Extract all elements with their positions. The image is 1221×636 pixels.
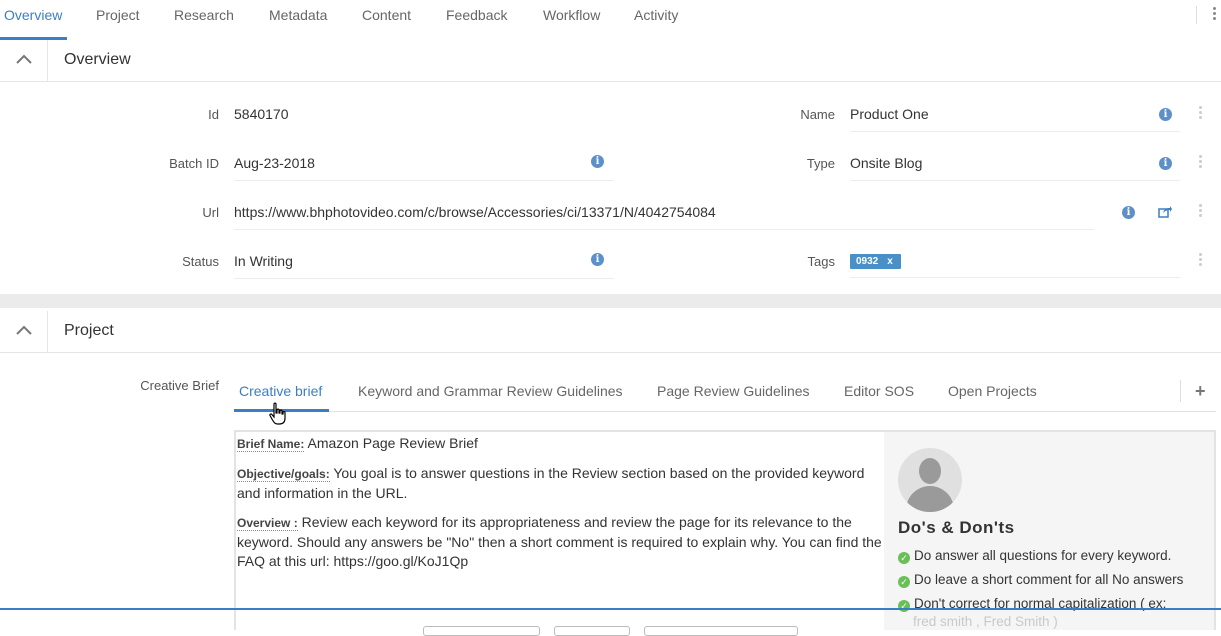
url-value[interactable]: https://www.bhphotovideo.com/c/browse/Ac… <box>234 204 716 220</box>
brief-name-key: Brief Name: <box>237 437 305 452</box>
info-icon[interactable]: i <box>1159 108 1172 121</box>
tab-content[interactable]: Content <box>362 7 411 23</box>
list-item-continued: fred smith , Fred Smith ) <box>913 614 1058 629</box>
collapse-overview-button[interactable] <box>0 40 48 82</box>
share-icon[interactable] <box>1158 205 1172 218</box>
top-tab-bar: Overview Project Research Metadata Conte… <box>0 0 1221 41</box>
tab-activity[interactable]: Activity <box>634 7 678 23</box>
tab-open-projects[interactable]: Open Projects <box>948 383 1037 399</box>
status-label: Status <box>182 254 219 269</box>
info-icon[interactable]: i <box>1159 157 1172 170</box>
tab-research[interactable]: Research <box>174 7 234 23</box>
batch-id-underline <box>234 180 614 181</box>
status-underline <box>234 278 614 279</box>
brief-objective-row: Objective/goals: You goal is to answer q… <box>237 464 884 503</box>
more-vert-icon[interactable] <box>1213 7 1217 22</box>
subtab-baseline <box>234 411 1216 412</box>
hand-cursor-icon <box>269 402 286 425</box>
overview-section-header: Overview <box>0 40 1221 82</box>
check-circle-icon: ✓ <box>898 600 910 612</box>
info-icon[interactable]: i <box>591 253 604 266</box>
batch-id-label: Batch ID <box>169 156 219 171</box>
tab-feedback[interactable]: Feedback <box>446 7 507 23</box>
tab-workflow[interactable]: Workflow <box>543 7 600 23</box>
creative-brief-label: Creative Brief <box>140 378 219 393</box>
more-vert-icon[interactable] <box>1199 155 1203 170</box>
footer-button[interactable] <box>644 626 798 636</box>
chevron-up-icon <box>16 54 32 64</box>
list-item-text: Do answer all questions for every keywor… <box>914 548 1172 563</box>
list-item: ✓ Do answer all questions for every keywo… <box>898 548 1171 564</box>
brief-objective-key: Objective/goals: <box>237 467 330 482</box>
footer-button[interactable] <box>423 626 540 636</box>
info-icon[interactable]: i <box>591 155 604 168</box>
tab-page-review-guidelines[interactable]: Page Review Guidelines <box>657 383 810 399</box>
collapse-project-button[interactable] <box>0 311 48 353</box>
chevron-up-icon <box>16 325 32 335</box>
brief-overview-row: Overview : Review each keyword for its a… <box>237 513 884 571</box>
info-icon[interactable]: i <box>1122 206 1135 219</box>
brief-content: Brief Name: Amazon Page Review Brief Obj… <box>236 432 884 630</box>
section-separator <box>0 294 1221 308</box>
plus-icon[interactable]: + <box>1195 381 1206 402</box>
type-label: Type <box>806 156 835 171</box>
tab-overview[interactable]: Overview <box>4 7 62 23</box>
name-underline <box>850 131 1180 132</box>
tab-project[interactable]: Project <box>96 7 140 23</box>
divider <box>1180 380 1181 402</box>
more-vert-icon[interactable] <box>1199 106 1203 121</box>
brief-overview-key: Overview : <box>237 516 298 531</box>
bottom-accent-line <box>0 608 1221 610</box>
project-section-title: Project <box>64 322 114 339</box>
avatar-icon <box>898 448 962 512</box>
brief-name-value: Amazon Page Review Brief <box>307 435 478 451</box>
list-item-text: Do leave a short comment for all No answ… <box>914 572 1184 587</box>
tags-underline <box>850 277 1180 278</box>
footer-button[interactable] <box>554 626 630 636</box>
dos-donts-title: Do's & Don'ts <box>898 518 1015 537</box>
tab-creative-brief[interactable]: Creative brief <box>239 383 322 399</box>
type-underline <box>850 180 1180 181</box>
divider <box>1196 6 1197 24</box>
id-label: Id <box>208 107 219 122</box>
batch-id-value[interactable]: Aug-23-2018 <box>234 155 315 171</box>
more-vert-icon[interactable] <box>1199 253 1203 268</box>
creative-brief-panel: Brief Name: Amazon Page Review Brief Obj… <box>234 430 1216 630</box>
tags-label: Tags <box>807 254 835 269</box>
check-circle-icon: ✓ <box>898 576 910 588</box>
tab-editor-sos[interactable]: Editor SOS <box>844 383 914 399</box>
type-value[interactable]: Onsite Blog <box>850 155 922 171</box>
id-value: 5840170 <box>234 106 289 122</box>
brief-name-row: Brief Name: Amazon Page Review Brief <box>237 434 884 454</box>
url-label: Url <box>202 205 219 220</box>
tab-metadata[interactable]: Metadata <box>269 7 327 23</box>
list-item: ✓ Do leave a short comment for all No ans… <box>898 572 1183 588</box>
status-value[interactable]: In Writing <box>234 253 293 269</box>
name-label: Name <box>800 107 835 122</box>
url-underline <box>234 229 1094 230</box>
more-vert-icon[interactable] <box>1199 204 1203 219</box>
overview-section-title: Overview <box>64 51 131 68</box>
brief-overview-value: Review each keyword for its appropriaten… <box>237 514 882 569</box>
tag-chip: 0932 x <box>850 254 901 269</box>
tag-remove-button[interactable]: x <box>887 256 893 267</box>
name-value[interactable]: Product One <box>850 106 929 122</box>
tab-keyword-grammar-guidelines[interactable]: Keyword and Grammar Review Guidelines <box>358 383 623 399</box>
dos-donts-panel: Do's & Don'ts ✓ Do answer all questions f… <box>884 432 1214 630</box>
tag-text: 0932 <box>856 256 879 267</box>
brief-objective-value: You goal is to answer questions in the R… <box>237 465 865 501</box>
check-circle-icon: ✓ <box>898 552 910 564</box>
project-section-header: Project <box>0 311 1221 353</box>
